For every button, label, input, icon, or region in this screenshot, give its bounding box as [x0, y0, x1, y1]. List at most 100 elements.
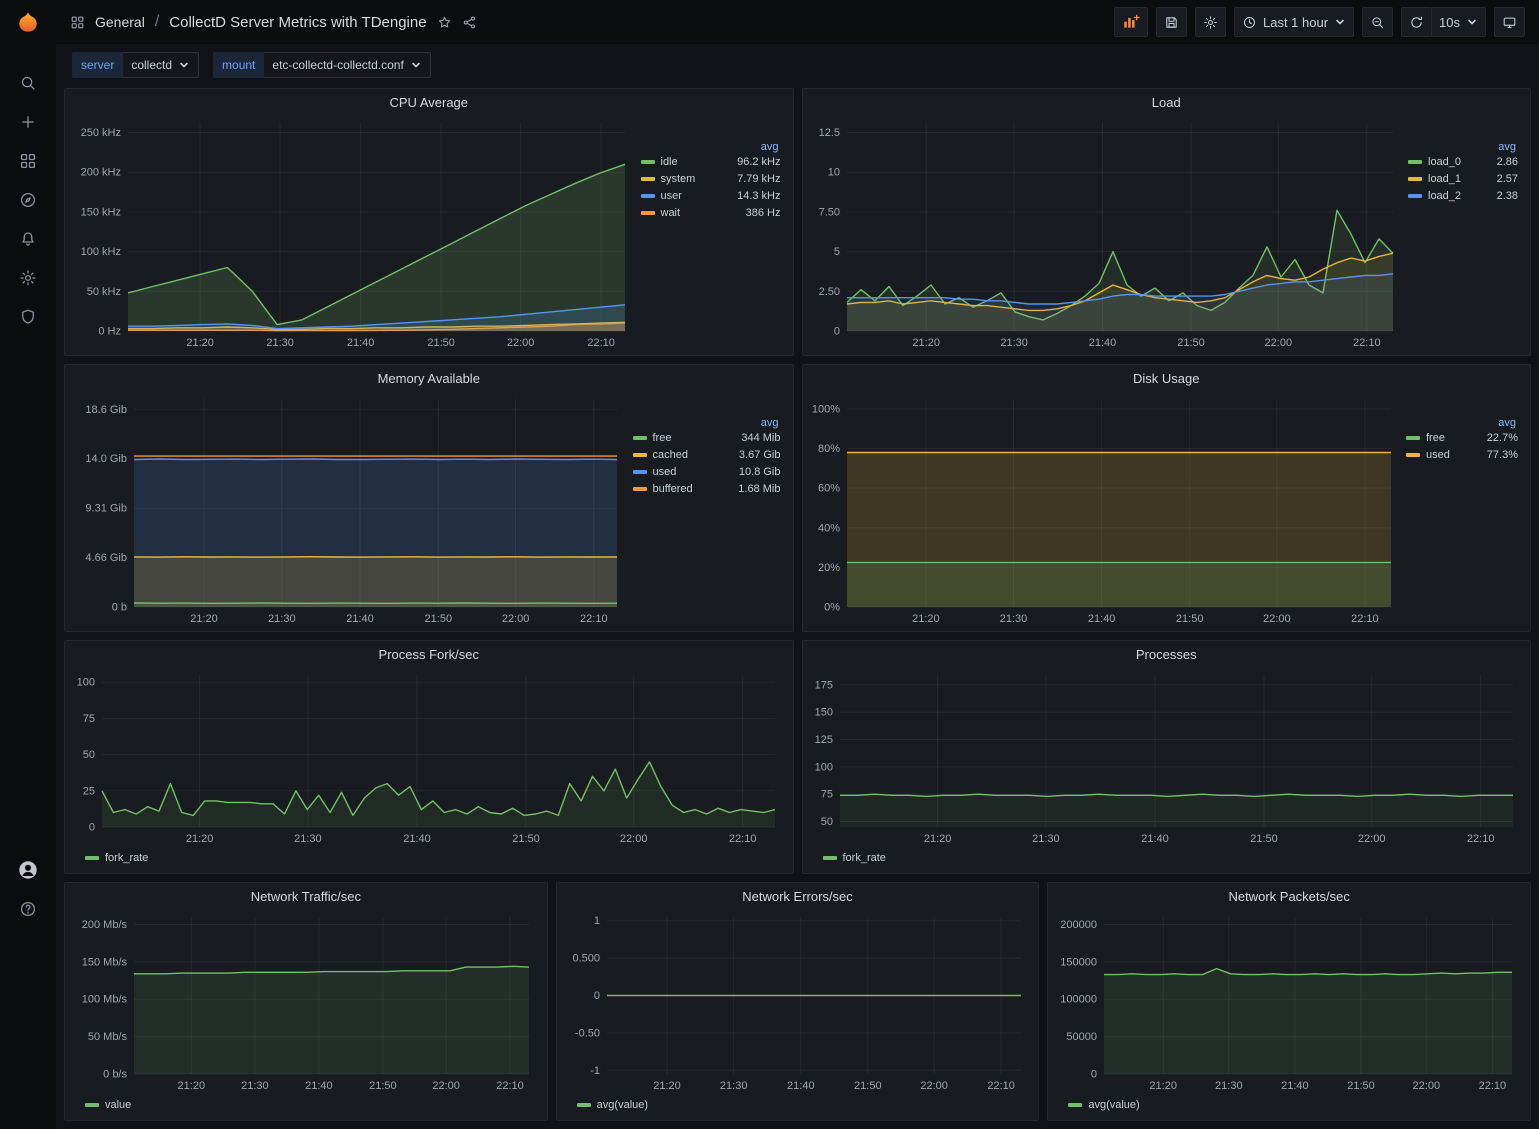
add-panel-icon — [1122, 13, 1140, 31]
zoom-out-button[interactable] — [1362, 7, 1393, 37]
legend-item[interactable]: cached — [653, 449, 688, 461]
shield-icon[interactable] — [12, 302, 44, 332]
variable-mount-select[interactable]: etc-collectd-collectd.conf — [264, 52, 430, 78]
star-icon[interactable] — [437, 15, 452, 30]
chart-legend: value — [71, 1094, 541, 1116]
settings-icon[interactable] — [12, 263, 44, 293]
chevron-down-icon — [178, 59, 190, 71]
explore-icon[interactable] — [12, 185, 44, 215]
time-range-picker[interactable]: Last 1 hour — [1234, 7, 1354, 37]
legend-row: free 22.7% — [1406, 432, 1518, 444]
legend-item[interactable]: free — [653, 432, 672, 444]
legend-row: avg(value) — [1068, 1099, 1139, 1111]
chevron-down-icon — [410, 59, 422, 71]
panel-title[interactable]: Network Traffic/sec — [65, 883, 547, 909]
time-range-label: Last 1 hour — [1263, 15, 1328, 30]
legend-item[interactable]: free — [1426, 432, 1445, 444]
save-dashboard-button[interactable] — [1156, 7, 1187, 37]
dashboard-title[interactable]: CollectD Server Metrics with TDengine — [169, 14, 426, 31]
svg-text:22:10: 22:10 — [987, 1080, 1015, 1092]
legend-item[interactable]: fork_rate — [843, 852, 886, 864]
variable-server-select[interactable]: collectd — [123, 52, 199, 78]
breadcrumb-folder[interactable]: General — [95, 14, 145, 30]
chart-canvas[interactable]: 05000010000015000020000021:2021:3021:402… — [1054, 909, 1524, 1094]
legend-item[interactable]: used — [653, 466, 677, 478]
chart-canvas[interactable]: 0 Hz50 kHz100 kHz150 kHz200 kHz250 kHz21… — [71, 115, 637, 351]
breadcrumb-separator: / — [155, 13, 159, 31]
refresh-interval-label: 10s — [1439, 15, 1460, 30]
legend-item[interactable]: user — [661, 190, 682, 202]
svg-text:-1: -1 — [590, 1065, 600, 1077]
panel-title-text: Network Traffic/sec — [251, 889, 361, 904]
search-icon[interactable] — [12, 68, 44, 98]
panel-title[interactable]: Disk Usage — [803, 365, 1531, 391]
svg-text:40%: 40% — [817, 522, 839, 534]
panel-title[interactable]: Network Errors/sec — [557, 883, 1039, 909]
chart-canvas[interactable]: -1-0.5000.500121:2021:3021:4021:5022:002… — [563, 909, 1033, 1094]
panel-title-text: Load — [1152, 95, 1181, 110]
svg-text:21:50: 21:50 — [425, 613, 453, 625]
refresh-button[interactable] — [1401, 7, 1432, 37]
apps-icon[interactable] — [70, 15, 85, 30]
variable-mount: mount etc-collectd-collectd.conf — [213, 52, 431, 78]
panel-title[interactable]: CPU Average — [65, 89, 793, 115]
chart-canvas[interactable]: 025507510021:2021:3021:4021:5022:0022:10 — [71, 667, 787, 847]
chart-canvas[interactable]: 0 b4.66 Gib9.31 Gib14.0 Gib18.6 Gib21:20… — [71, 391, 629, 627]
svg-text:22:10: 22:10 — [496, 1080, 524, 1092]
dashboard-settings-button[interactable] — [1195, 7, 1226, 37]
panel-title-text: Network Errors/sec — [742, 889, 853, 904]
svg-text:150000: 150000 — [1061, 956, 1098, 968]
legend-item[interactable]: system — [661, 173, 696, 185]
add-panel-button[interactable] — [1114, 7, 1148, 37]
zoom-out-icon — [1370, 15, 1385, 30]
legend-item[interactable]: buffered — [653, 483, 693, 495]
legend-value: 22.7% — [1487, 432, 1518, 444]
legend-avg-header: avg — [1406, 417, 1518, 429]
legend-item[interactable]: avg(value) — [597, 1099, 648, 1111]
cycle-view-button[interactable] — [1494, 7, 1525, 37]
chart-canvas[interactable]: 02.5057.501012.521:2021:3021:4021:5022:0… — [809, 115, 1405, 351]
panel-title[interactable]: Memory Available — [65, 365, 793, 391]
svg-text:9.31 Gib: 9.31 Gib — [85, 503, 127, 515]
legend-item[interactable]: wait — [661, 207, 681, 219]
alerting-icon[interactable] — [12, 224, 44, 254]
legend-item[interactable]: load_2 — [1428, 190, 1461, 202]
chart-legend: fork_rate — [809, 847, 1525, 869]
panel-title[interactable]: Processes — [803, 641, 1531, 667]
chevron-down-icon — [1334, 16, 1346, 28]
chart-canvas[interactable]: 507510012515017521:2021:3021:4021:5022:0… — [809, 667, 1525, 847]
panel-processes: Processes 507510012515017521:2021:3021:4… — [802, 640, 1532, 874]
svg-text:21:30: 21:30 — [268, 613, 296, 625]
avatar[interactable] — [12, 855, 44, 885]
grafana-logo[interactable] — [0, 0, 56, 46]
svg-text:200000: 200000 — [1061, 919, 1098, 931]
panel-title[interactable]: Network Packets/sec — [1048, 883, 1530, 909]
legend-item[interactable]: load_0 — [1428, 156, 1461, 168]
panel-title[interactable]: Process Fork/sec — [65, 641, 793, 667]
svg-text:21:40: 21:40 — [346, 613, 374, 625]
svg-text:125: 125 — [814, 734, 832, 746]
svg-text:21:30: 21:30 — [294, 833, 322, 845]
help-icon[interactable] — [12, 894, 44, 924]
svg-text:12.5: 12.5 — [818, 127, 839, 139]
share-icon[interactable] — [462, 15, 477, 30]
chart-canvas[interactable]: 0 b/s50 Mb/s100 Mb/s150 Mb/s200 Mb/s21:2… — [71, 909, 541, 1094]
svg-text:10: 10 — [827, 167, 839, 179]
legend-item[interactable]: avg(value) — [1088, 1099, 1139, 1111]
legend-series-swatch — [577, 1103, 591, 1107]
chart-legend: avgidle96.2 kHzsystem7.79 kHzuser14.3 kH… — [637, 115, 787, 351]
dashboard-grid: CPU Average 0 Hz50 kHz100 kHz150 kHz200 … — [56, 86, 1539, 1129]
legend-item[interactable]: fork_rate — [105, 852, 148, 864]
legend-item[interactable]: used — [1426, 449, 1450, 461]
svg-text:21:50: 21:50 — [854, 1080, 882, 1092]
legend-item[interactable]: value — [105, 1099, 131, 1111]
panel-title-text: Process Fork/sec — [379, 647, 479, 662]
dashboards-icon[interactable] — [12, 146, 44, 176]
plus-icon[interactable] — [12, 107, 44, 137]
chart-canvas[interactable]: 0%20%40%60%80%100%21:2021:3021:4021:5022… — [809, 391, 1403, 627]
refresh-interval-button[interactable]: 10s — [1431, 7, 1486, 37]
legend-item[interactable]: load_1 — [1428, 173, 1461, 185]
legend-item[interactable]: idle — [661, 156, 678, 168]
svg-text:7.50: 7.50 — [818, 206, 839, 218]
panel-title[interactable]: Load — [803, 89, 1531, 115]
